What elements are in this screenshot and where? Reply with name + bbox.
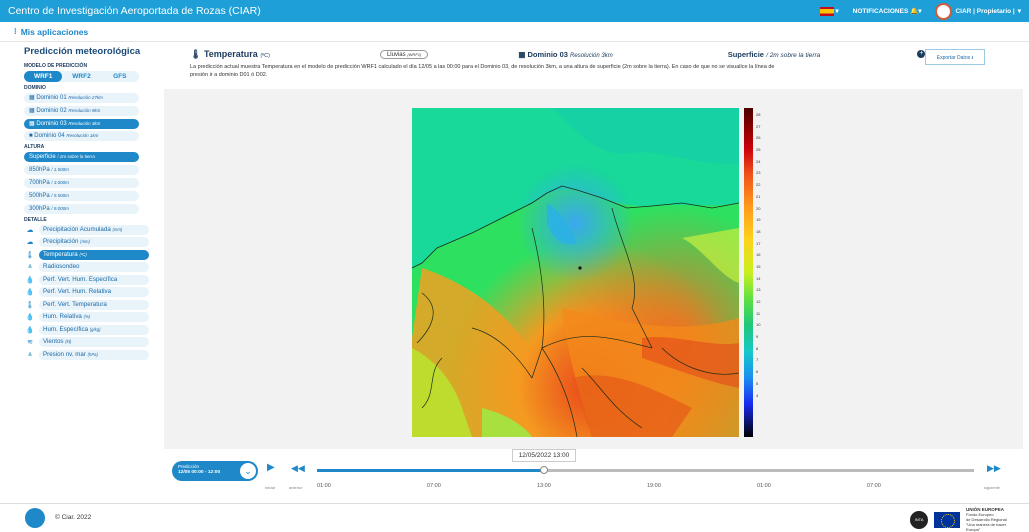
domain-indicator: ▦ Dominio 03 Resolución 3km [518, 49, 613, 59]
thermometer-icon: 🌡 [25, 251, 35, 259]
drop-icon: 💧 [25, 326, 35, 334]
detail-temperature[interactable]: 🌡 Temperatura (ºC) [24, 249, 154, 260]
apps-menu-icon[interactable]: ⁝ [14, 26, 17, 37]
prediction-selector[interactable]: Predicción 12/05 00:00 - 12:00 ⌄ [172, 461, 258, 481]
timeline: Predicción 12/05 00:00 - 12:00 ⌄ ▶ inici… [172, 449, 1002, 491]
detail-radiosonde[interactable]: ⩓ Radiosondeo [24, 262, 154, 273]
detail-section-label: DETALLE [24, 216, 47, 223]
drop-icon: 💧 [25, 289, 35, 297]
previous-icon[interactable]: ◀◀ [291, 463, 305, 474]
avatar [935, 2, 953, 20]
tab-gfs[interactable]: GFS [101, 71, 139, 82]
time-label: 07:00 [427, 483, 441, 489]
rain-toggle-button[interactable]: Lluvias (WRF1) [379, 49, 429, 59]
inta-logo: INTA [910, 510, 928, 529]
time-label: 19:00 [647, 483, 661, 489]
user-menu[interactable]: CIAR | Propietario | ▾ [935, 2, 1021, 20]
drop-icon: 💧 [25, 314, 35, 322]
thermometer-icon: 🌡 [25, 301, 35, 309]
drop-icon: 💧 [25, 276, 35, 284]
export-data-button[interactable]: Exportar Datos ⭳ [925, 49, 985, 65]
pressure-icon: ⩓ [28, 350, 32, 358]
temperature-map-svg [412, 108, 739, 437]
height-500-button[interactable]: 500hPa / 5.500m [24, 190, 139, 201]
eu-text: UNIÓN EUROPEA Fondo Europeo de Desarroll… [966, 507, 1007, 532]
height-850-button[interactable]: 850hPa / 1.500m [24, 165, 139, 176]
next-label: siguiente [984, 485, 1001, 490]
temperature-map[interactable] [412, 108, 739, 437]
detail-pressure[interactable]: ⩓ Presion nv. mar (hPa) [24, 349, 154, 360]
detail-prof-hum-esp[interactable]: 💧 Perf. Vert. Hum. Específica [24, 274, 154, 285]
cloud-rain-icon: ☁ [26, 239, 34, 247]
radiosonde-icon: ⩓ [28, 263, 32, 271]
copyright: © Ciar. 2022 [55, 514, 92, 521]
domain-04-button[interactable]: ■ Dominio 04 Resolución 1km [24, 131, 139, 142]
time-label: 01:00 [757, 483, 771, 489]
chevron-down-icon[interactable]: ⌄ [240, 463, 256, 479]
app-title: Centro de Investigación Aeroportada de R… [8, 5, 261, 17]
height-indicator: Superficie / 2m sobre la tierra [727, 49, 821, 59]
detail-prof-temp[interactable]: 🌡 Perf. Vert. Temperatura [24, 299, 154, 310]
sidebar-title: Predicción meteorológica [24, 46, 141, 57]
previous-label: anterior [289, 485, 303, 490]
timeline-thumb[interactable] [540, 466, 548, 474]
tab-wrf1[interactable]: WRF1 [24, 71, 63, 82]
footer: © Ciar. 2022 INTA UNIÓN EUROPEA Fondo Eu… [0, 503, 1029, 532]
domain-02-button[interactable]: ▦ Dominio 02 Resolución 9km [24, 105, 139, 116]
height-section-label: ALTURA [24, 144, 45, 151]
forecast-header: 🌡 Temperatura (ºC) Lluvias (WRF1) ▦ Domi… [190, 48, 1020, 79]
my-apps-link[interactable]: Mis aplicaciones [21, 27, 89, 37]
domain-section-label: DOMINIO [24, 85, 46, 91]
model-section-label: MODELO DE PREDICCIÓN [24, 63, 88, 69]
domain-01-button[interactable]: ▦ Dominio 01 Resolución 27km [24, 93, 139, 103]
top-bar: Centro de Investigación Aeroportada de R… [0, 0, 1029, 22]
time-label: 01:00 [317, 483, 331, 489]
eu-flag-icon [934, 511, 960, 528]
detail-prof-hum-rel[interactable]: 💧 Perf. Vert. Hum. Relativa [24, 287, 154, 298]
detail-precip-accum[interactable]: ☁ Precipitación Acumulada (mm) [24, 224, 154, 235]
timeline-track[interactable] [317, 469, 974, 472]
variable-title: 🌡 Temperatura (ºC) [190, 48, 270, 59]
height-700-button[interactable]: 700hPa / 3.000m [24, 177, 139, 188]
detail-precip[interactable]: ☁ Precipitación (mm) [24, 237, 154, 248]
play-label: iniciar [265, 485, 276, 490]
wind-icon: ≋ [27, 339, 33, 347]
domain-03-button[interactable]: ▦ Dominio 03 Resolución 3km [24, 118, 139, 129]
apps-bar: ⁝ Mis aplicaciones [0, 22, 1029, 42]
ciar-logo [25, 507, 45, 528]
sidebar: Predicción meteorológica MODELO DE PREDI… [0, 42, 160, 482]
language-flag-icon[interactable]: ▾ [819, 6, 839, 16]
cloud-icon: ☁ [26, 226, 34, 234]
temperature-colorbar [744, 108, 753, 437]
forecast-description: La predicción actual muestra Temperatura… [190, 64, 775, 78]
detail-winds[interactable]: ≋ Vientos (kt) [24, 337, 154, 348]
tab-wrf2[interactable]: WRF2 [62, 71, 100, 82]
colorbar-ticks: 28 27 26 25 24 23 22 21 20 19 18 17 16 15 14 13 12 11 10 9 8… [756, 112, 761, 398]
notifications-menu[interactable]: NOTIFICACIONES 🔔▾ [853, 7, 922, 15]
detail-hum-esp[interactable]: 💧 Hum. Específica (g/kg) [24, 324, 154, 335]
time-label: 07:00 [867, 483, 881, 489]
next-icon[interactable]: ▶▶ [987, 463, 1001, 474]
time-label: 13:00 [537, 483, 551, 489]
model-tabs: WRF1 WRF2 GFS [24, 71, 139, 82]
current-time-tooltip: 12/05/2022 13:00 [512, 449, 576, 462]
detail-hum-rel[interactable]: 💧 Hum. Relativa (%) [24, 312, 154, 323]
height-surface-button[interactable]: Superficie / 2m sobre la tierra [24, 152, 139, 163]
height-300-button[interactable]: 300hPa / 9.000m [24, 203, 139, 214]
play-icon[interactable]: ▶ [267, 462, 275, 473]
